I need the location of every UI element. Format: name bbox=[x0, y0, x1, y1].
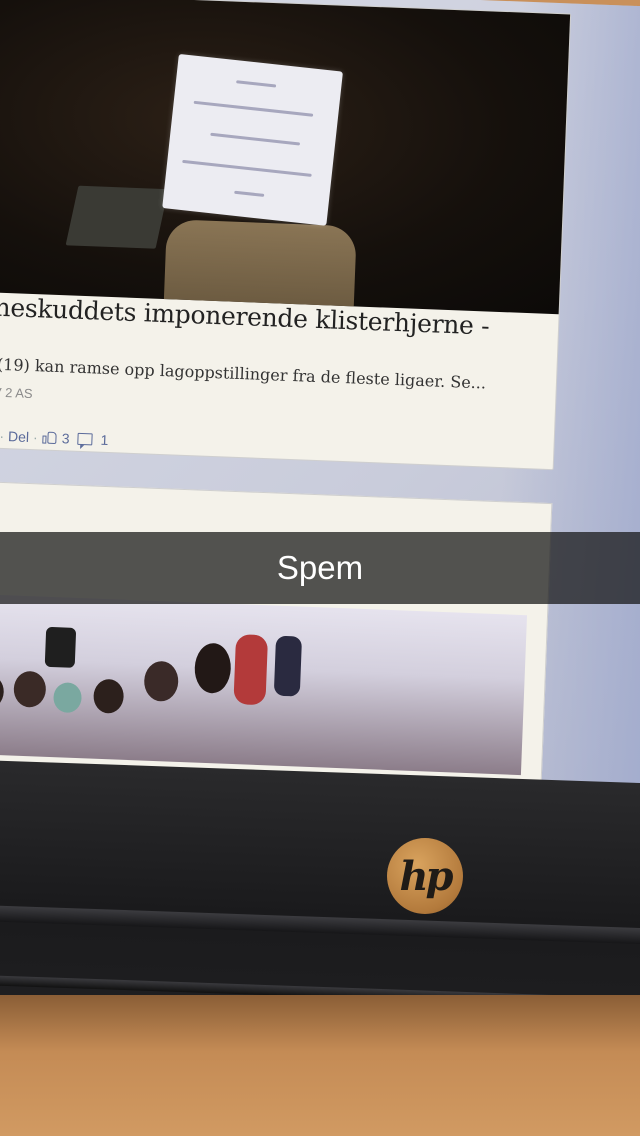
hp-logo-icon: hp bbox=[387, 838, 463, 914]
news-post-card: erneskuddets imponerende klisterhjerne -… bbox=[0, 0, 572, 471]
crowd-image[interactable] bbox=[0, 593, 528, 776]
post-image[interactable] bbox=[0, 0, 571, 315]
thumbs-up-icon[interactable] bbox=[42, 430, 59, 445]
snap-caption-text: Spem bbox=[276, 549, 364, 586]
paper-sign bbox=[162, 53, 343, 226]
bench bbox=[65, 185, 169, 249]
separator: · bbox=[32, 429, 39, 446]
comment-count[interactable]: 1 bbox=[100, 432, 108, 448]
second-post-card: e bbox=[0, 480, 553, 805]
snap-caption-bar: Spem bbox=[0, 532, 640, 604]
share-link[interactable]: Del bbox=[8, 428, 30, 445]
post-action-bar: enter · Del · 3 1 bbox=[0, 426, 109, 448]
post-description: hid (19) kan ramse opp lagoppstillinger … bbox=[0, 353, 487, 393]
laptop-screen: erneskuddets imponerende klisterhjerne -… bbox=[0, 0, 640, 838]
like-count[interactable]: 3 bbox=[61, 430, 69, 446]
post-source: AV TV 2 AS bbox=[0, 384, 33, 402]
separator: · bbox=[0, 427, 5, 445]
wooden-desk bbox=[0, 995, 640, 1136]
person bbox=[163, 219, 357, 312]
comment-icon[interactable] bbox=[77, 432, 93, 446]
